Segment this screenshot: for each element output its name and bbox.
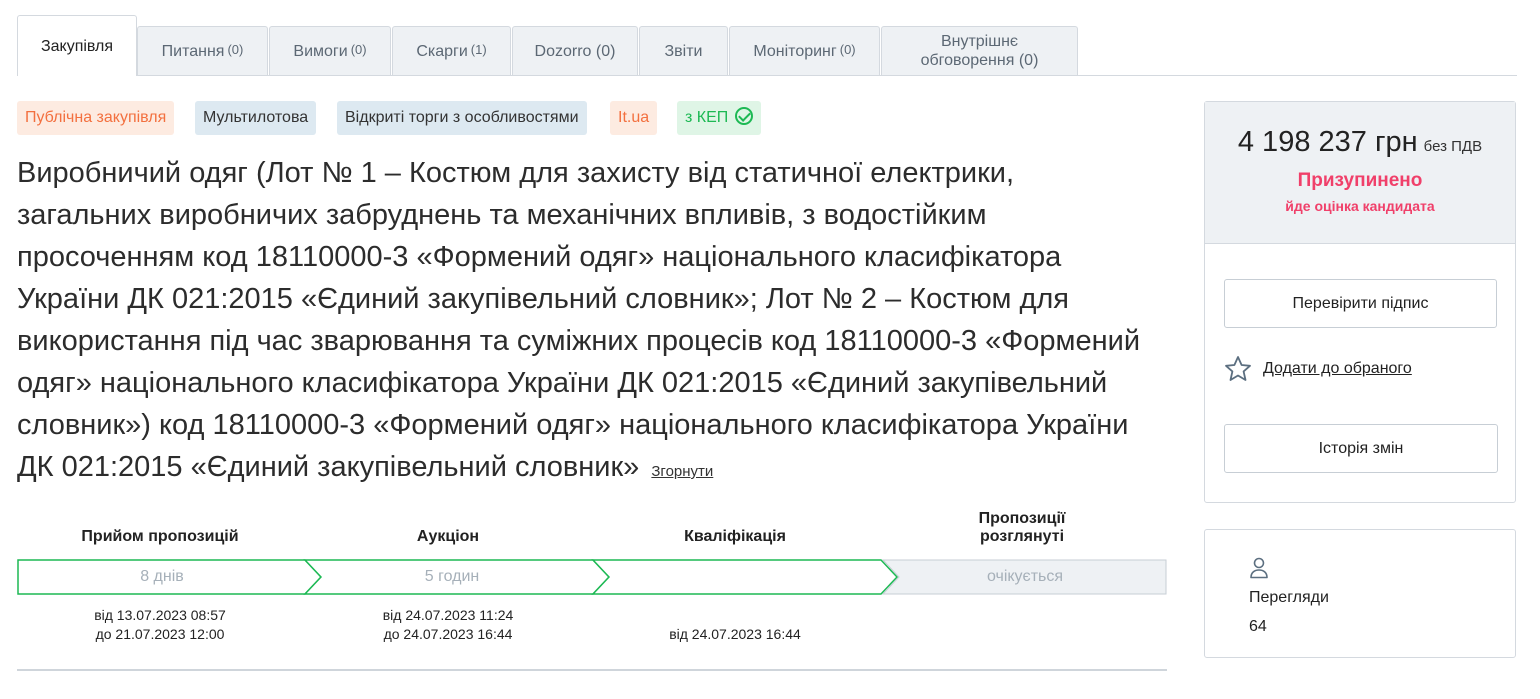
- tab-label: Dozorro (0): [534, 42, 616, 60]
- add-to-favorites-link[interactable]: Додати до обраного: [1223, 354, 1412, 384]
- page-title: Виробничий одяг (Лот № 1 – Костюм для за…: [17, 152, 1152, 493]
- stage-dates-qualification: від 24.07.2023 16:44: [615, 625, 855, 644]
- status-label: Призупинено: [1297, 170, 1423, 191]
- tab-count: (1): [470, 41, 487, 57]
- tab-label: Вимоги: [293, 42, 348, 60]
- tab-label: Звіти: [664, 42, 703, 60]
- platform-badge: It.ua: [610, 101, 658, 135]
- collapse-link[interactable]: Згорнути: [651, 463, 713, 480]
- tab-label: Скарги: [416, 42, 468, 60]
- tab-internal-discussion[interactable]: Внутрішнє обговорення (0): [881, 26, 1078, 75]
- price-amount: 4 198 237 грн: [1237, 126, 1418, 158]
- tab-claims[interactable]: Вимоги (0): [269, 26, 391, 75]
- tab-label: Внутрішнє обговорення (0): [920, 33, 1039, 69]
- tab-dozorro[interactable]: Dozorro (0): [512, 26, 638, 75]
- tab-count: (0): [227, 41, 244, 57]
- duration-proposals: 8 днів: [140, 568, 184, 585]
- user-outline-icon: [1250, 557, 1268, 579]
- date-from: від 24.07.2023 11:24: [382, 607, 514, 623]
- tab-bar: Закупівля Питання (0) Вимоги (0) Скарги (1)…: [17, 15, 1517, 76]
- views-card: Перегляди 64: [1204, 529, 1516, 658]
- kep-label: з КЕП: [685, 109, 729, 126]
- tab-count: (0): [839, 41, 856, 57]
- date-to: до 21.07.2023 12:00: [95, 626, 225, 642]
- change-history-button[interactable]: Історія змін: [1224, 424, 1498, 473]
- stage-label-reviewed: Пропозиції розглянуті: [978, 510, 1066, 545]
- tab-monitoring[interactable]: Моніторинг (0): [729, 26, 880, 75]
- tab-label: Моніторинг: [753, 42, 837, 60]
- section-divider: [17, 669, 1167, 671]
- price-vat: без ПДВ: [1423, 138, 1483, 155]
- star-outline-icon: [1225, 356, 1251, 381]
- timeline-segment-qualification: [591, 559, 899, 595]
- verify-signature-button[interactable]: Перевірити підпис: [1224, 279, 1497, 328]
- kep-badge: з КЕП: [677, 101, 762, 135]
- duration-reviewed: очікується: [986, 568, 1064, 585]
- tab-label: Закупівля: [40, 37, 114, 55]
- views-count: 64: [1249, 618, 1267, 635]
- multilot-badge: Мультилотова: [195, 101, 317, 135]
- stage-label-proposals: Прийом пропозицій: [81, 528, 239, 545]
- date-to: до 24.07.2023 16:44: [383, 626, 513, 642]
- tab-complaints[interactable]: Скарги (1): [392, 26, 511, 75]
- tab-reports[interactable]: Звіти: [639, 26, 728, 75]
- tender-price: 4 198 237 грн без ПДВ: [1205, 126, 1515, 159]
- favorite-label: Додати до обраного: [1263, 360, 1412, 377]
- public-procurement-badge: Публічна закупівля: [17, 101, 175, 135]
- tab-label: Питання: [161, 42, 225, 60]
- duration-auction: 5 годин: [424, 568, 480, 585]
- views-label: Перегляди: [1249, 589, 1329, 606]
- tab-count: (0): [350, 41, 367, 57]
- stage-label-qualification: Кваліфікація: [684, 528, 786, 545]
- tab-procurement[interactable]: Закупівля: [17, 15, 137, 76]
- substatus-label: йде оцінка кандидата: [1285, 198, 1435, 214]
- tender-title-text: Виробничий одяг (Лот № 1 – Костюм для за…: [17, 157, 1141, 483]
- date-from: від 24.07.2023 16:44: [669, 626, 801, 642]
- procedure-type-badge: Відкриті торги з особливостями: [337, 101, 587, 135]
- date-from: від 13.07.2023 08:57: [94, 607, 226, 623]
- stage-label-auction: Аукціон: [416, 528, 480, 545]
- stage-dates-auction: від 24.07.2023 11:24 до 24.07.2023 16:44: [328, 606, 568, 644]
- procurement-timeline: 8 днів 5 годин очікується: [17, 559, 1167, 595]
- stage-dates-proposals: від 13.07.2023 08:57 до 21.07.2023 12:00: [40, 606, 280, 644]
- price-status-block: 4 198 237 грн без ПДВ Призупинено йде оці…: [1205, 102, 1515, 244]
- check-circle-icon: [735, 107, 754, 125]
- tender-summary-panel: 4 198 237 грн без ПДВ Призупинено йде оці…: [1204, 101, 1516, 503]
- tab-questions[interactable]: Питання (0): [137, 26, 268, 75]
